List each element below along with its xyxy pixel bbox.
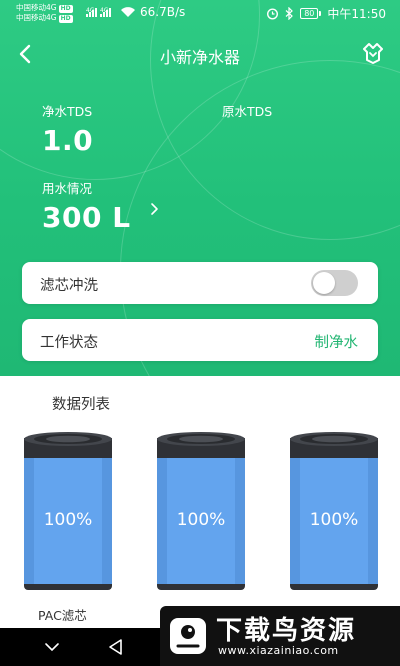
filter-percent: 100% [176,510,226,530]
watermark-url: www.xiazainiao.com [218,644,339,657]
filter-cartridge[interactable]: 100% [155,430,247,595]
data-list-title: 数据列表 [52,397,110,413]
raw-tds-label: 原水TDS [222,104,273,119]
status-value: 制净水 [314,335,359,351]
carrier-2: 中国移动4G [16,13,57,22]
device-icon[interactable] [360,40,386,66]
filter-name-pac: PAC滤芯 [38,608,87,623]
battery-icon: 80 [300,8,322,19]
flush-label: 滤芯冲洗 [40,278,98,294]
back-triangle-icon[interactable] [106,637,126,657]
signal-icon: 4G 4G [86,7,111,17]
filter-percent: 100% [43,510,93,530]
flush-toggle[interactable] [311,270,358,296]
flush-card: 滤芯冲洗 [22,262,378,304]
system-status: 80 中午11:50 [266,5,386,22]
wifi-icon [121,7,135,17]
carrier-info: 中国移动4G HD 中国移动4G HD [16,3,73,23]
hd-badge: HD [58,15,73,23]
filter-cartridge[interactable]: 100% [22,430,114,595]
status-label: 工作状态 [40,335,98,351]
nav-bar: 小新净水器 [0,36,400,72]
pure-tds-label: 净水TDS [42,104,93,119]
alarm-icon [267,8,279,20]
status-bar: 中国移动4G HD 中国移动4G HD 4G 4G 66.7B/s 80 中午1… [0,0,400,26]
chevron-down-icon[interactable] [42,637,62,657]
header-panel: 中国移动4G HD 中国移动4G HD 4G 4G 66.7B/s 80 中午1… [0,0,400,376]
hd-badge: HD [58,5,73,13]
usage-label: 用水情况 [42,181,93,196]
filter-percent: 100% [309,510,359,530]
watermark-banner: 下载鸟资源 www.xiazainiao.com [160,606,400,666]
chevron-right-icon[interactable] [148,200,162,218]
bird-logo-icon [170,618,206,654]
bluetooth-icon [285,7,294,20]
status-card[interactable]: 工作状态 制净水 [22,319,378,361]
network-speed: 66.7B/s [140,5,186,19]
filter-cartridge[interactable]: 100% [288,430,380,595]
watermark-title: 下载鸟资源 [216,616,357,646]
clock: 中午11:50 [327,7,386,21]
battery-level: 80 [300,8,319,19]
usage-value[interactable]: 300 L [42,201,131,234]
network-info: 4G 4G 66.7B/s [86,5,185,19]
carrier-1: 中国移动4G [16,3,57,12]
page-title: 小新净水器 [159,48,240,67]
toggle-knob [313,272,335,294]
pure-tds-value: 1.0 [42,124,94,157]
